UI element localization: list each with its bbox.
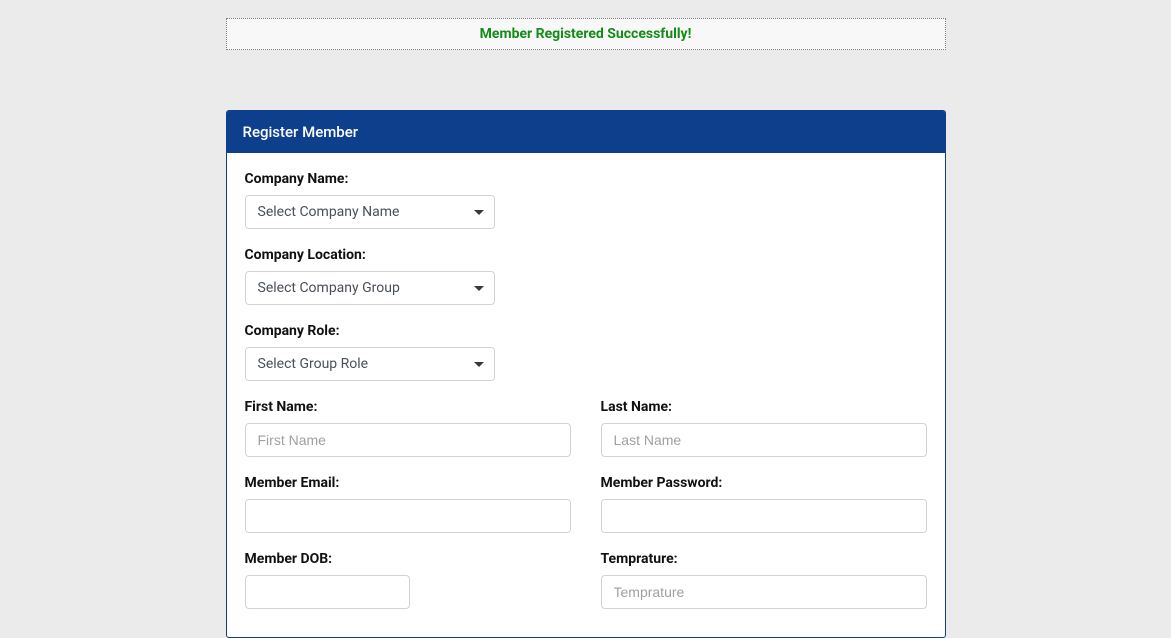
first-name-label: First Name: [245, 399, 571, 415]
company-name-label: Company Name: [245, 171, 927, 187]
company-name-value: Select Company Name [258, 204, 400, 220]
member-password-input[interactable] [601, 499, 927, 533]
company-role-select[interactable]: Select Group Role [245, 347, 495, 381]
company-location-label: Company Location: [245, 247, 927, 263]
member-dob-label: Member DOB: [245, 551, 571, 567]
member-dob-input[interactable] [245, 575, 410, 609]
chevron-down-icon [474, 286, 484, 291]
member-email-label: Member Email: [245, 475, 571, 491]
member-email-input[interactable] [245, 499, 571, 533]
card-header: Register Member [227, 111, 945, 153]
chevron-down-icon [474, 210, 484, 215]
member-password-label: Member Password: [601, 475, 927, 491]
first-name-input[interactable] [245, 423, 571, 457]
chevron-down-icon [474, 362, 484, 367]
card-body: Company Name: Select Company Name Compan… [227, 153, 945, 637]
company-location-value: Select Company Group [258, 280, 400, 296]
success-alert: Member Registered Successfully! [226, 18, 946, 50]
company-location-select[interactable]: Select Company Group [245, 271, 495, 305]
company-role-value: Select Group Role [258, 356, 369, 372]
company-name-select[interactable]: Select Company Name [245, 195, 495, 229]
last-name-label: Last Name: [601, 399, 927, 415]
register-member-card: Register Member Company Name: Select Com… [226, 110, 946, 638]
company-role-label: Company Role: [245, 323, 927, 339]
last-name-input[interactable] [601, 423, 927, 457]
temperature-input[interactable] [601, 575, 927, 609]
temperature-label: Temprature: [601, 551, 927, 567]
